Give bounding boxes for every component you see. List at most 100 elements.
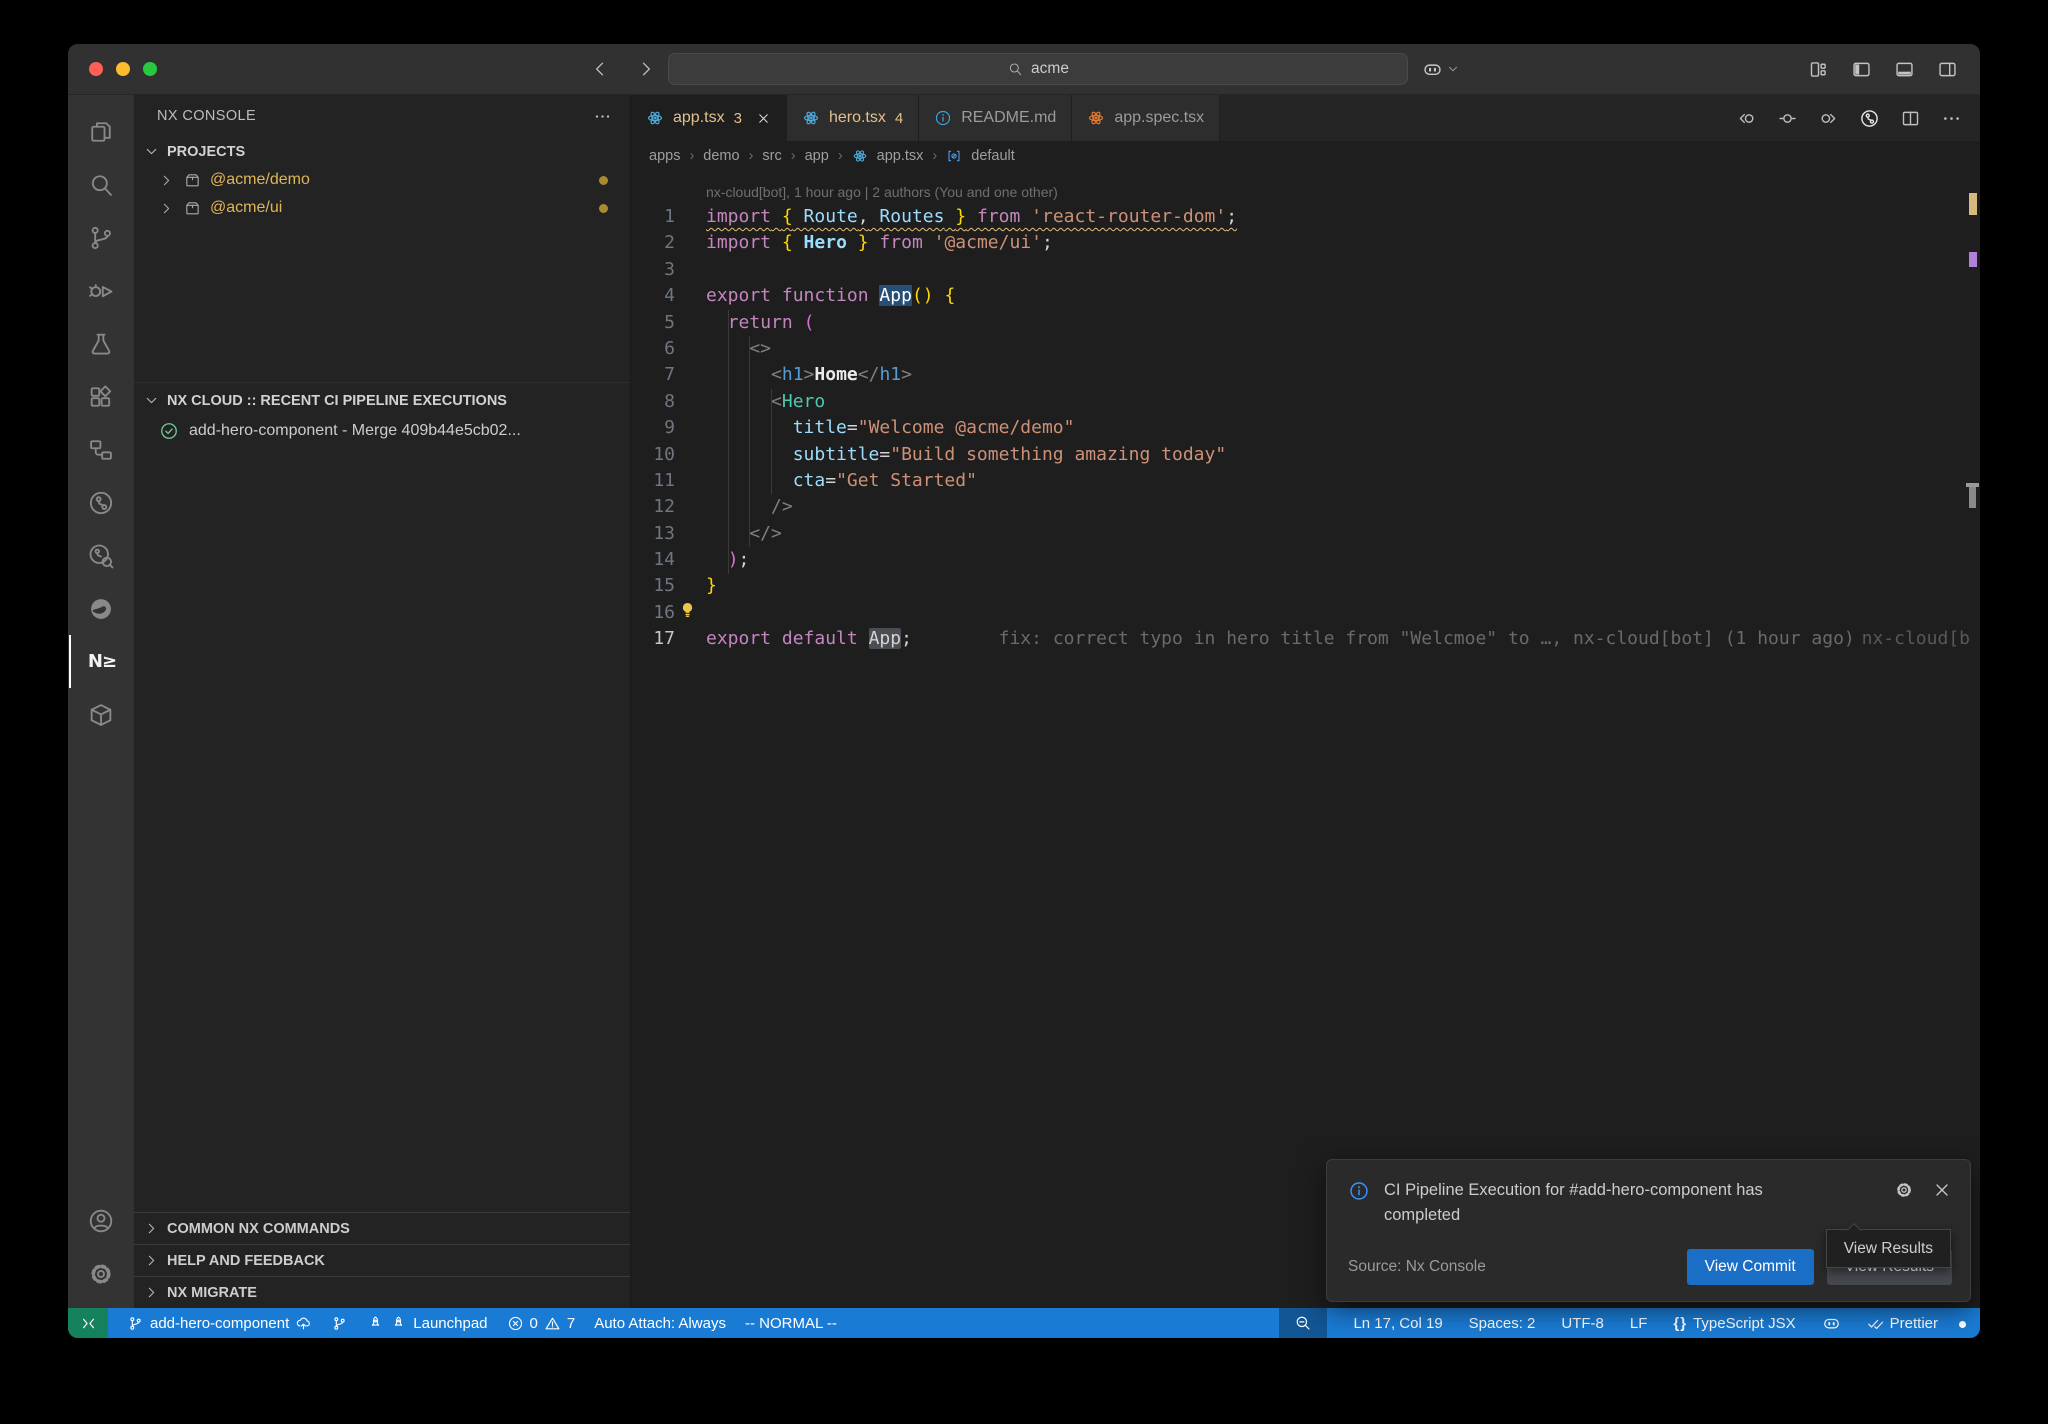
code-line-2[interactable]: 2import { Hero } from '@acme/ui';: [631, 230, 1980, 256]
code-line-6[interactable]: 6 <>: [631, 336, 1980, 362]
copilot-status-icon[interactable]: [1822, 1314, 1841, 1333]
activity-item-containers[interactable]: [69, 688, 133, 741]
status-cursor-position[interactable]: Ln 17, Col 19: [1353, 1315, 1442, 1332]
code-line-11[interactable]: 11 cta="Get Started": [631, 468, 1980, 494]
history-forward-button[interactable]: [636, 59, 656, 79]
notification-settings-button[interactable]: [1894, 1180, 1914, 1200]
blame-edge-text: nx-cloud[b: [1862, 626, 1970, 652]
activity-item-ci-pipeline[interactable]: [69, 476, 133, 529]
indent-guide: [728, 310, 729, 574]
line-content: <Hero: [706, 391, 825, 412]
run-ci-pipeline-button[interactable]: [1859, 108, 1880, 129]
code-line-7[interactable]: 7 <h1>Home</h1>: [631, 362, 1980, 388]
editor-more-actions-button[interactable]: [1941, 108, 1962, 129]
activity-item-source-control[interactable]: [69, 211, 133, 264]
tab-app-spec-tsx[interactable]: app.spec.tsx: [1072, 95, 1220, 141]
status-branch[interactable]: add-hero-component: [127, 1315, 312, 1332]
activity-item-nx-project-graph[interactable]: [69, 423, 133, 476]
notification-dot: [1959, 1321, 1966, 1328]
line-number: 8: [631, 389, 675, 415]
status-auto-attach[interactable]: Auto Attach: Always: [594, 1315, 726, 1332]
activity-item-testing[interactable]: [69, 317, 133, 370]
status-zoom-indicator[interactable]: [1279, 1308, 1327, 1338]
activity-item-run-debug[interactable]: [69, 264, 133, 317]
sidebar-section-nx-migrate[interactable]: NX MIGRATE: [134, 1276, 630, 1308]
breadcrumb-item-app-tsx[interactable]: app.tsx: [877, 148, 924, 164]
toggle-primary-sidebar-button[interactable]: [1851, 59, 1872, 80]
history-back-button[interactable]: [590, 59, 610, 79]
status-eol[interactable]: LF: [1630, 1315, 1648, 1332]
react-icon: [802, 109, 820, 127]
project-item--acme-ui[interactable]: @acme/ui: [134, 194, 630, 222]
activity-item-extensions[interactable]: [69, 370, 133, 423]
nav-previous-button[interactable]: [1736, 108, 1757, 129]
code-line-4[interactable]: 4export function App() {: [631, 283, 1980, 309]
split-editor-button[interactable]: [1900, 108, 1921, 129]
status-formatter[interactable]: Prettier: [1867, 1315, 1938, 1332]
code-line-8[interactable]: 8 <Hero: [631, 389, 1980, 415]
activity-item-edge-browser[interactable]: [69, 582, 133, 635]
code-line-9[interactable]: 9 title="Welcome @acme/demo": [631, 415, 1980, 441]
code-line-13[interactable]: 13 </>: [631, 521, 1980, 547]
title-bar: acme: [68, 44, 1980, 95]
status-git-graph[interactable]: [331, 1315, 348, 1332]
sidebar-section-help-and-feedback[interactable]: HELP AND FEEDBACK: [134, 1244, 630, 1276]
chevron-down-icon: [143, 143, 160, 160]
tab-hero-tsx[interactable]: hero.tsx4: [787, 95, 919, 141]
breadcrumb-separator: ›: [932, 148, 937, 164]
lightbulb-icon[interactable]: [677, 600, 698, 621]
code-editor[interactable]: nx-cloud[bot], 1 hour ago | 2 authors (Y…: [631, 171, 1980, 1308]
minimize-window-button[interactable]: [116, 62, 130, 76]
status-launchpad[interactable]: Launchpad: [367, 1315, 487, 1332]
code-line-1[interactable]: 1import { Route, Routes } from 'react-ro…: [631, 204, 1980, 230]
nav-next-button[interactable]: [1818, 108, 1839, 129]
code-line-10[interactable]: 10 subtitle="Build something amazing tod…: [631, 442, 1980, 468]
activity-item-explorer[interactable]: [69, 105, 133, 158]
code-line-5[interactable]: 5 return (: [631, 310, 1980, 336]
breadcrumb-item-app[interactable]: app: [805, 148, 829, 164]
maximize-window-button[interactable]: [143, 62, 157, 76]
nav-current-button[interactable]: [1777, 108, 1798, 129]
code-line-16[interactable]: 16: [631, 600, 1980, 626]
toggle-panel-button[interactable]: [1894, 59, 1915, 80]
command-center-search[interactable]: acme: [668, 53, 1408, 85]
code-line-17[interactable]: 17export default App; fix: correct typo …: [631, 626, 1980, 652]
status-problems[interactable]: 0 7: [507, 1315, 576, 1332]
nx-cloud-section-header[interactable]: NX CLOUD :: RECENT CI PIPELINE EXECUTION…: [134, 386, 630, 415]
projects-section-header[interactable]: PROJECTS: [134, 137, 630, 166]
line-content: export default App; fix: correct typo in…: [706, 628, 1855, 649]
tab-README-md[interactable]: README.md: [919, 95, 1072, 141]
breadcrumb-item-apps[interactable]: apps: [649, 148, 680, 164]
activity-item-search[interactable]: [69, 158, 133, 211]
activity-item-accounts[interactable]: [69, 1194, 133, 1247]
sidebar-more-actions-button[interactable]: [593, 107, 612, 126]
close-icon[interactable]: [756, 111, 771, 126]
activity-item-code-review[interactable]: [69, 529, 133, 582]
copilot-menu[interactable]: [1422, 59, 1460, 80]
close-window-button[interactable]: [89, 62, 103, 76]
notification-close-button[interactable]: [1932, 1180, 1952, 1200]
code-line-12[interactable]: 12 />: [631, 494, 1980, 520]
sidebar-section-common-nx-commands[interactable]: COMMON NX COMMANDS: [134, 1212, 630, 1244]
customize-layout-button[interactable]: [1808, 59, 1829, 80]
breadcrumb-item-demo[interactable]: demo: [703, 148, 739, 164]
code-line-15[interactable]: 15}: [631, 573, 1980, 599]
toggle-secondary-sidebar-button[interactable]: [1937, 59, 1958, 80]
package-icon: [184, 200, 201, 217]
code-line-3[interactable]: 3: [631, 257, 1980, 283]
pipeline-execution-item[interactable]: add-hero-component - Merge 409b44e5cb02.…: [134, 415, 630, 446]
activity-item-nx-console[interactable]: N≥: [69, 635, 133, 688]
code-line-14[interactable]: 14 );: [631, 547, 1980, 573]
line-number: 2: [631, 230, 675, 256]
tab-app-tsx[interactable]: app.tsx3: [631, 95, 787, 141]
view-commit-button[interactable]: View Commit: [1687, 1249, 1814, 1285]
line-content: return (: [706, 312, 814, 333]
breadcrumb-item-default[interactable]: default: [971, 148, 1015, 164]
project-item--acme-demo[interactable]: @acme/demo: [134, 166, 630, 194]
status-encoding[interactable]: UTF-8: [1561, 1315, 1604, 1332]
remote-indicator[interactable]: [68, 1308, 108, 1338]
status-indentation[interactable]: Spaces: 2: [1469, 1315, 1536, 1332]
activity-item-settings[interactable]: [69, 1247, 133, 1300]
status-language-mode[interactable]: {} TypeScript JSX: [1673, 1315, 1795, 1332]
breadcrumb-item-src[interactable]: src: [762, 148, 781, 164]
